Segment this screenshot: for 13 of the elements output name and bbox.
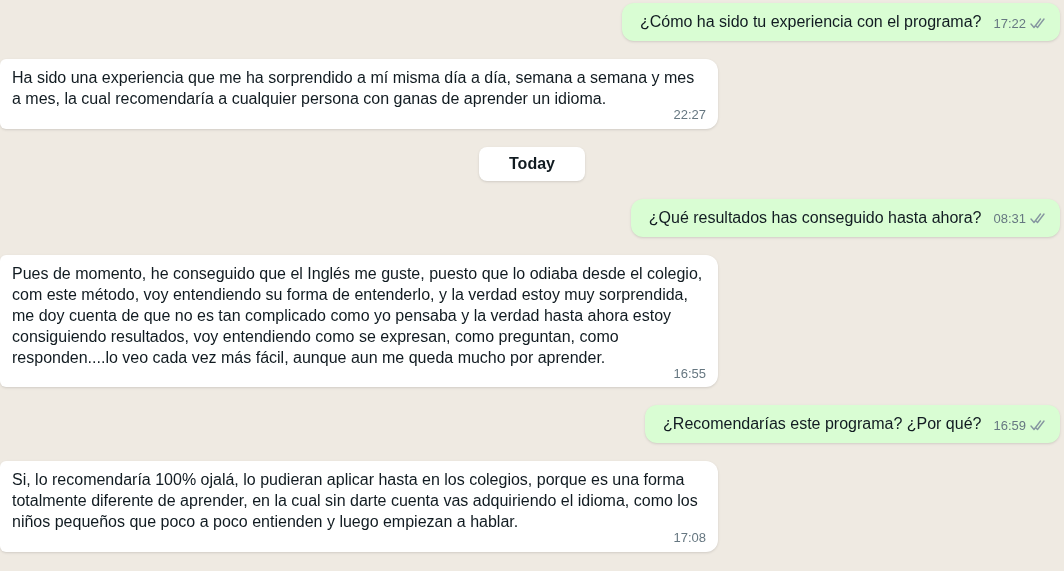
double-check-icon xyxy=(1030,419,1046,431)
message-time: 17:08 xyxy=(673,529,706,547)
message-text: Ha sido una experiencia que me ha sorprendido a mí misma día a día, semana a semana y mes a mes, la cual recomendaría a cualquier persona con ganas de aprender un idioma. xyxy=(12,68,696,109)
message-time: 08:31 xyxy=(993,210,1026,228)
double-check-icon xyxy=(1030,213,1046,225)
message-time: 22:27 xyxy=(673,106,706,124)
message-text: Si, lo recomendaría 100% ojalá, lo pudieran aplicar hasta en los colegios, porque es una forma totalmente diferente de aprender, en la cual sin darte cuenta vas adquiriendo el idioma, como los niños pequeños que poco a poco entienden y luego empiezan a hablar. xyxy=(12,470,699,532)
double-check-icon xyxy=(1030,17,1046,29)
message-text: ¿Recomendarías este programa? ¿Por qué? xyxy=(663,414,982,434)
message-text: ¿Qué resultados has conseguido hasta ahora? xyxy=(648,207,982,228)
message-text: ¿Cómo ha sido tu experiencia con el programa? xyxy=(639,12,982,32)
message-time: 17:22 xyxy=(993,14,1026,33)
message-time: 16:59 xyxy=(993,416,1026,435)
